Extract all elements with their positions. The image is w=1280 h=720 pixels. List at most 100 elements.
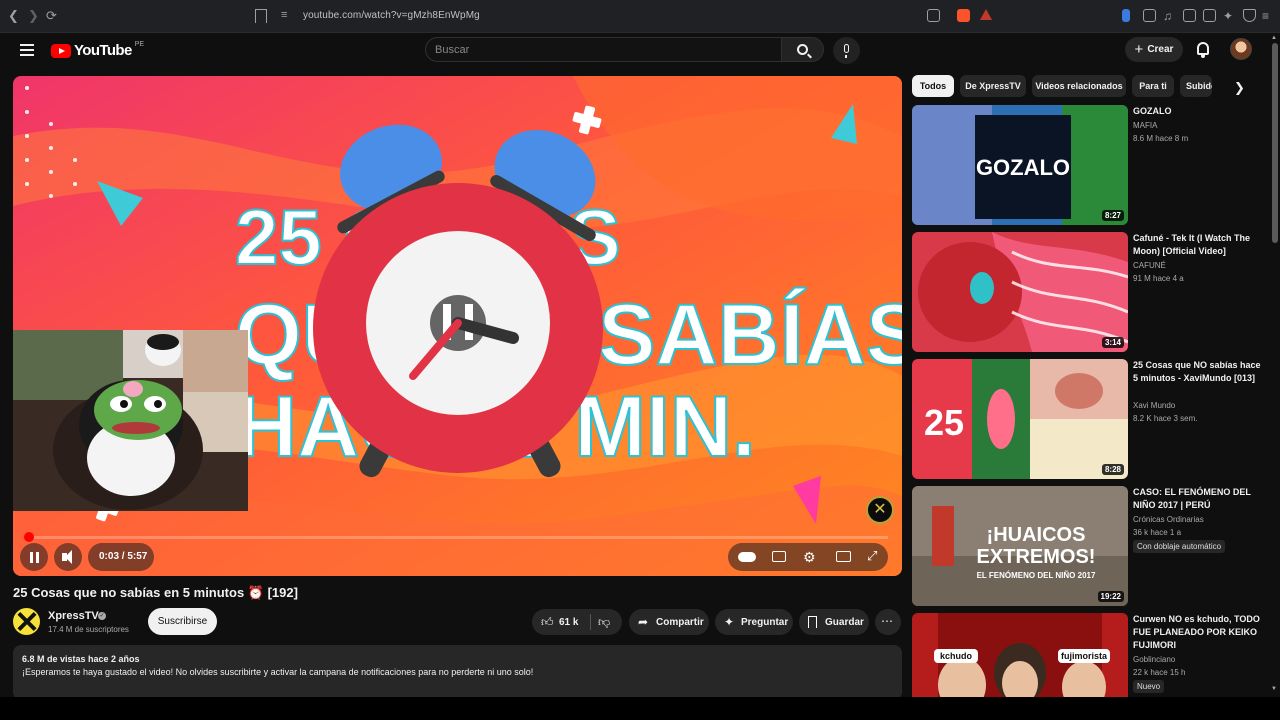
- rec-title[interactable]: Curwen NO es kchudo, TODO FUE PLANEADO P…: [1133, 613, 1261, 652]
- chip-para-ti[interactable]: Para ti: [1132, 75, 1174, 97]
- wallet-icon[interactable]: [1203, 9, 1216, 22]
- thumbs-down-icon[interactable]: 👎︎: [598, 615, 610, 630]
- subscribe-button[interactable]: Suscribirse: [148, 608, 217, 635]
- chip-videos-relacionados[interactable]: Videos relacionados: [1032, 75, 1126, 97]
- sparkle-icon: ✦: [724, 615, 735, 629]
- progress-scrubber[interactable]: [24, 532, 34, 542]
- recommendation-item[interactable]: 25 8:28 25 Cosas que NO sabías hace 5 mi…: [912, 359, 1262, 479]
- brave-shield-icon[interactable]: [957, 9, 970, 22]
- rec-title[interactable]: Cafuné - Tek It (I Watch The Moon) [Offi…: [1133, 232, 1261, 258]
- recommendation-item[interactable]: kchudo fujimorista Curwen NO es kchudo, …: [912, 613, 1262, 697]
- rec-channel[interactable]: Xavi Mundo: [1133, 401, 1175, 410]
- scroll-up-icon[interactable]: ▲: [1271, 35, 1277, 41]
- search-input[interactable]: Buscar: [425, 37, 782, 62]
- ask-label: Preguntar: [741, 617, 789, 628]
- page-scrollbar[interactable]: ▲ ▼: [1270, 33, 1280, 697]
- recommendation-item[interactable]: 3:14 Cafuné - Tek It (I Watch The Moon) …: [912, 232, 1262, 352]
- rec-meta: 8.2 K hace 3 sem.: [1133, 414, 1198, 423]
- save-button[interactable]: Guardar: [799, 609, 869, 635]
- cast-icon[interactable]: [927, 9, 940, 22]
- rewards-icon[interactable]: [980, 9, 992, 20]
- bookmark-icon[interactable]: [255, 9, 267, 23]
- chip-de-xpresstv[interactable]: De XpressTV: [960, 75, 1026, 97]
- back-icon[interactable]: ❮: [8, 8, 19, 24]
- chevron-right-icon[interactable]: ❯: [1234, 80, 1245, 96]
- address-bar[interactable]: youtube.com/watch?v=gMzh8EnWpMg: [303, 10, 480, 21]
- speaker-icon: [62, 550, 72, 564]
- hamburger-menu-icon[interactable]: [20, 44, 34, 56]
- share-button[interactable]: ➦ Compartir: [629, 609, 709, 635]
- chip-todos[interactable]: Todos: [912, 75, 954, 97]
- search-button[interactable]: [781, 37, 824, 62]
- reload-icon[interactable]: ⟳: [46, 8, 57, 24]
- share-label: Compartir: [656, 617, 704, 628]
- notifications-bell-icon[interactable]: [1197, 42, 1209, 58]
- youtube-logo[interactable]: YouTube PE: [51, 41, 145, 59]
- rec-title[interactable]: CASO: EL FENÓMENO DEL NIÑO 2017 | PERÚ: [1133, 486, 1261, 512]
- rec-title[interactable]: GOZALO: [1133, 105, 1261, 118]
- dubbed-badge: Con doblaje automático: [1133, 540, 1226, 553]
- recommendation-item[interactable]: GOZALO 8:27 GOZALO MAFIA 8.6 M hace 8 m: [912, 105, 1262, 225]
- extensions-icon[interactable]: [1143, 9, 1156, 22]
- media-icon[interactable]: ♫: [1163, 9, 1176, 23]
- time-label: 0:03 / 5:57: [99, 551, 148, 562]
- rec-title[interactable]: 25 Cosas que NO sabías hace 5 minutos - …: [1133, 359, 1261, 385]
- subtitles-icon[interactable]: [772, 551, 786, 562]
- thumbs-up-icon[interactable]: 👍︎: [541, 615, 554, 630]
- save-label: Guardar: [825, 617, 864, 628]
- scrollbar-thumb[interactable]: [1272, 43, 1278, 243]
- description-box[interactable]: 6.8 M de vistas hace 2 años ¡Esperamos t…: [13, 645, 902, 700]
- thumbnail[interactable]: 3:14: [912, 232, 1128, 352]
- volume-button[interactable]: [54, 543, 82, 571]
- thumbnail[interactable]: ¡HUAICOS EXTREMOS! EL FENÓMENO DEL NIÑO …: [912, 486, 1128, 606]
- fullscreen-icon[interactable]: ⤢: [867, 548, 877, 564]
- settings-gear-icon[interactable]: ⚙: [803, 549, 816, 566]
- player-right-controls: ⚙ ⤢: [728, 543, 888, 571]
- duration: 8:27: [1101, 210, 1124, 221]
- ask-button[interactable]: ✦ Preguntar: [715, 609, 793, 635]
- country-code: PE: [134, 41, 145, 48]
- leo-ai-icon[interactable]: ✦: [1223, 9, 1236, 23]
- like-count[interactable]: 61 k: [559, 617, 578, 628]
- thumb-text-2: EXTREMOS!: [977, 546, 1096, 568]
- duration: 3:14: [1101, 337, 1124, 348]
- menu-icon[interactable]: ≡: [1262, 9, 1275, 23]
- thumbnail[interactable]: 25 8:28: [912, 359, 1128, 479]
- thumbnail[interactable]: kchudo fujimorista: [912, 613, 1128, 697]
- scroll-down-icon[interactable]: ▼: [1271, 686, 1277, 692]
- progress-bar[interactable]: [26, 536, 888, 539]
- close-overlay-icon[interactable]: ✕: [866, 496, 894, 524]
- theater-mode-icon[interactable]: [836, 551, 851, 562]
- view-stats: 6.8 M de vistas hace 2 años: [22, 654, 140, 664]
- divider: [590, 614, 591, 630]
- create-button[interactable]: + Crear: [1125, 37, 1183, 62]
- share-arrow-icon: ➦: [638, 615, 649, 629]
- browser-toolbar: ❮ ❯ ⟳ ≡ youtube.com/watch?v=gMzh8EnWpMg …: [0, 0, 1280, 33]
- more-actions-button[interactable]: ⋯: [875, 609, 901, 635]
- thumbnail[interactable]: GOZALO 8:27: [912, 105, 1128, 225]
- duration: 8:28: [1101, 464, 1124, 475]
- video-player[interactable]: 25 COSAS QUE NO SABÍAS HACE 5 MIN.: [13, 76, 902, 576]
- rec-channel[interactable]: CAFUNÉ: [1133, 261, 1166, 270]
- thumb-tag-1: kchudo: [940, 651, 973, 661]
- recommendation-item[interactable]: ¡HUAICOS EXTREMOS! EL FENÓMENO DEL NIÑO …: [912, 486, 1262, 606]
- audio-playing-icon[interactable]: [1122, 9, 1130, 22]
- channel-name[interactable]: XpressTV: [48, 610, 99, 622]
- user-avatar[interactable]: [1230, 38, 1252, 60]
- rec-channel[interactable]: MAFIA: [1133, 121, 1157, 130]
- rec-channel[interactable]: Goblinciano: [1133, 655, 1175, 664]
- site-info-icon[interactable]: ≡: [281, 9, 287, 21]
- voice-search-button[interactable]: [833, 37, 860, 64]
- autoplay-toggle-icon[interactable]: [738, 552, 756, 562]
- pause-button[interactable]: [20, 543, 48, 571]
- webcam-overlay: [13, 330, 248, 511]
- vpn-icon[interactable]: [1243, 9, 1256, 22]
- plus-icon: +: [1134, 41, 1144, 58]
- chip-subidos[interactable]: Subidos recientemente: [1180, 75, 1212, 97]
- channel-avatar[interactable]: [13, 608, 40, 635]
- rec-channel[interactable]: Crónicas Ordinarias: [1133, 515, 1204, 524]
- create-label: Crear: [1147, 44, 1174, 55]
- rec-meta: 36 k hace 1 a: [1133, 528, 1182, 537]
- sidebar-icon[interactable]: [1183, 9, 1196, 22]
- forward-icon[interactable]: ❯: [28, 8, 39, 24]
